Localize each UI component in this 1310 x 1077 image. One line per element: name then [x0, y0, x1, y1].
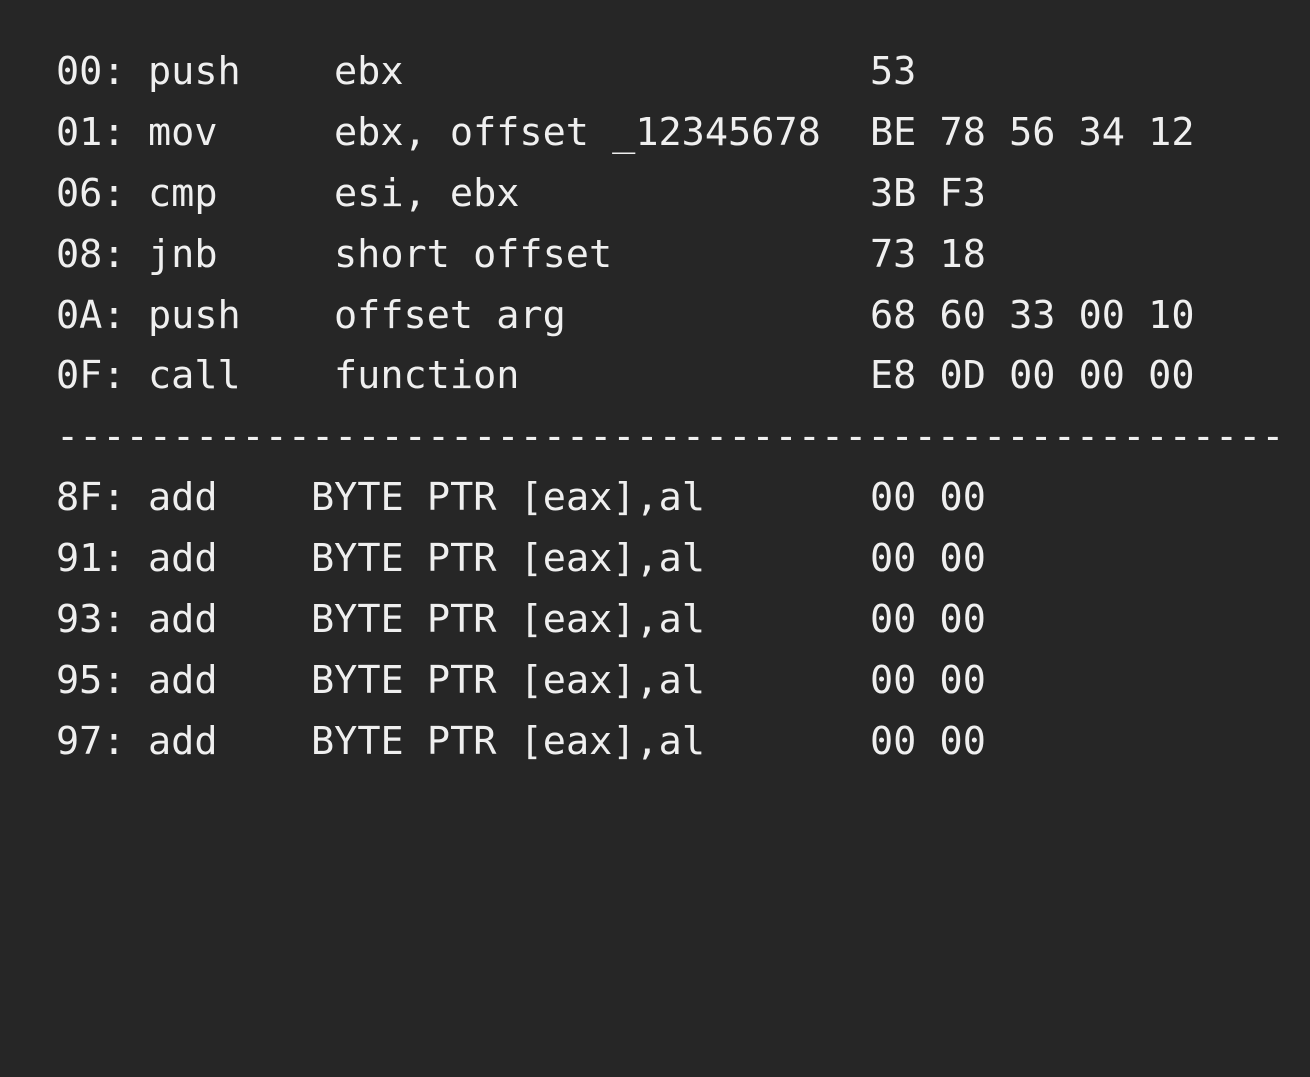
instruction-row: 08: jnb short offset 73 18 — [0, 224, 1310, 285]
instruction-address: 01: — [56, 110, 126, 155]
instruction-operands: ebx — [334, 49, 404, 94]
instruction-address: 8F: — [56, 475, 126, 520]
instruction-mnemonic: add — [148, 597, 218, 642]
instruction-address: 93: — [56, 597, 126, 642]
instruction-bytes: 00 00 — [870, 658, 986, 703]
instruction-address: 95: — [56, 658, 126, 703]
instruction-mnemonic: add — [148, 475, 218, 520]
instruction-row: 95: add BYTE PTR [eax],al 00 00 — [0, 650, 1310, 711]
instruction-mnemonic: mov — [148, 110, 218, 155]
instruction-operands: esi, ebx — [334, 171, 520, 216]
disassembly-listing: 00: push ebx 53 01: mov ebx, offset _123… — [0, 0, 1310, 797]
instruction-operands: function — [334, 353, 520, 398]
instruction-bytes: 00 00 — [870, 475, 986, 520]
instruction-row: 0A: push offset arg 68 60 33 00 10 — [0, 285, 1310, 346]
instruction-row: 0F: call function E8 0D 00 00 00 — [0, 345, 1310, 406]
instruction-row: 00: push ebx 53 — [0, 41, 1310, 102]
instruction-row: 01: mov ebx, offset _12345678 BE 78 56 3… — [0, 102, 1310, 163]
instruction-operands: BYTE PTR [eax],al — [311, 475, 706, 520]
instruction-mnemonic: push — [148, 293, 241, 338]
instruction-address: 91: — [56, 536, 126, 581]
instruction-bytes: 68 60 33 00 10 — [870, 293, 1195, 338]
instruction-bytes: BE 78 56 34 12 — [870, 110, 1195, 155]
instruction-operands: BYTE PTR [eax],al — [311, 597, 706, 642]
listing-separator: ----------------------------------------… — [0, 406, 1310, 467]
instruction-operands: BYTE PTR [eax],al — [311, 536, 706, 581]
instruction-address: 0A: — [56, 293, 126, 338]
separator-dashes: ----------------------------------------… — [56, 414, 1285, 459]
instruction-mnemonic: call — [148, 353, 241, 398]
instruction-mnemonic: add — [148, 536, 218, 581]
instruction-row: 91: add BYTE PTR [eax],al 00 00 — [0, 528, 1310, 589]
instruction-row: 93: add BYTE PTR [eax],al 00 00 — [0, 589, 1310, 650]
instruction-operands: ebx, offset _12345678 — [334, 110, 821, 155]
instruction-address: 97: — [56, 719, 126, 764]
instruction-bytes: 00 00 — [870, 597, 986, 642]
instruction-address: 06: — [56, 171, 126, 216]
instruction-mnemonic: add — [148, 719, 218, 764]
instruction-operands: BYTE PTR [eax],al — [311, 719, 706, 764]
instruction-row: 97: add BYTE PTR [eax],al 00 00 — [0, 711, 1310, 772]
instruction-bytes: E8 0D 00 00 00 — [870, 353, 1195, 398]
instruction-operands: offset arg — [334, 293, 566, 338]
instruction-address: 0F: — [56, 353, 126, 398]
instruction-bytes: 73 18 — [870, 232, 986, 277]
instruction-bytes: 00 00 — [870, 536, 986, 581]
instruction-mnemonic: push — [148, 49, 241, 94]
instruction-row: 06: cmp esi, ebx 3B F3 — [0, 163, 1310, 224]
instruction-bytes: 3B F3 — [870, 171, 986, 216]
instruction-address: 08: — [56, 232, 126, 277]
instruction-address: 00: — [56, 49, 126, 94]
instruction-operands: BYTE PTR [eax],al — [311, 658, 706, 703]
instruction-operands: short offset — [334, 232, 613, 277]
instruction-bytes: 00 00 — [870, 719, 986, 764]
instruction-row: 8F: add BYTE PTR [eax],al 00 00 — [0, 467, 1310, 528]
instruction-mnemonic: cmp — [148, 171, 218, 216]
instruction-bytes: 53 — [870, 49, 917, 94]
instruction-mnemonic: add — [148, 658, 218, 703]
instruction-mnemonic: jnb — [148, 232, 218, 277]
